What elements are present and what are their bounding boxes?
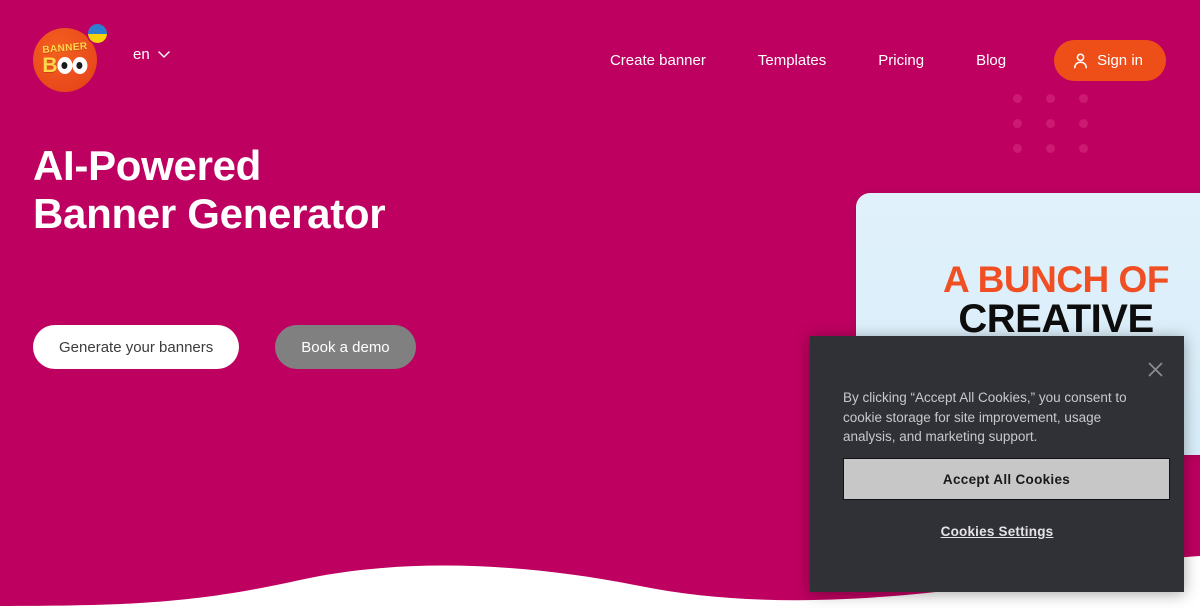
- language-selector[interactable]: en: [133, 46, 170, 63]
- dot: [1079, 144, 1088, 153]
- cookie-close-button[interactable]: [1143, 357, 1167, 381]
- chevron-down-icon: [157, 51, 170, 58]
- generate-banners-button[interactable]: Generate your banners: [33, 325, 240, 369]
- preview-headline-line1: A BUNCH OF: [943, 259, 1169, 300]
- sign-in-label: Sign in: [1097, 52, 1143, 69]
- logo-word-boo: B: [42, 54, 88, 77]
- nav-templates[interactable]: Templates: [732, 52, 852, 69]
- nav-pricing[interactable]: Pricing: [852, 52, 950, 69]
- page-title: AI-Powered Banner Generator: [33, 142, 386, 238]
- dot: [1046, 119, 1055, 128]
- book-demo-button[interactable]: Book a demo: [275, 325, 416, 369]
- logo-eye-icon: [72, 57, 88, 74]
- nav-create-banner[interactable]: Create banner: [584, 52, 732, 69]
- nav-blog[interactable]: Blog: [950, 52, 1032, 69]
- logo-letter-b: B: [42, 54, 58, 77]
- language-selector-value: en: [133, 46, 150, 63]
- page-title-line2: Banner Generator: [33, 190, 386, 237]
- hero-cta-row: Generate your banners Book a demo: [33, 325, 416, 369]
- page-root: A BUNCH OF CREATIVE BANNER B en Create b…: [0, 0, 1200, 610]
- close-icon: [1148, 362, 1162, 376]
- cookies-settings-link[interactable]: Cookies Settings: [810, 524, 1184, 539]
- cookie-consent-dialog: By clicking “Accept All Cookies,” you co…: [810, 336, 1184, 592]
- logo-eye-icon: [57, 57, 73, 74]
- dot: [1046, 144, 1055, 153]
- site-header: BANNER B en Create banner Templates Pric…: [0, 0, 1200, 116]
- user-icon: [1074, 53, 1088, 68]
- dot: [1079, 119, 1088, 128]
- dot: [1013, 119, 1022, 128]
- dot: [1013, 144, 1022, 153]
- ukraine-flag-icon: [88, 24, 107, 43]
- flag-stripe-blue: [88, 24, 107, 34]
- accept-all-cookies-button[interactable]: Accept All Cookies: [843, 458, 1170, 500]
- sign-in-button[interactable]: Sign in: [1054, 40, 1166, 81]
- page-title-line1: AI-Powered: [33, 142, 262, 189]
- main-navigation: Create banner Templates Pricing Blog Sig…: [584, 40, 1200, 81]
- brand-logo[interactable]: BANNER B: [33, 24, 115, 92]
- logo-circle: BANNER B: [33, 28, 97, 92]
- cookie-consent-text: By clicking “Accept All Cookies,” you co…: [843, 390, 1127, 444]
